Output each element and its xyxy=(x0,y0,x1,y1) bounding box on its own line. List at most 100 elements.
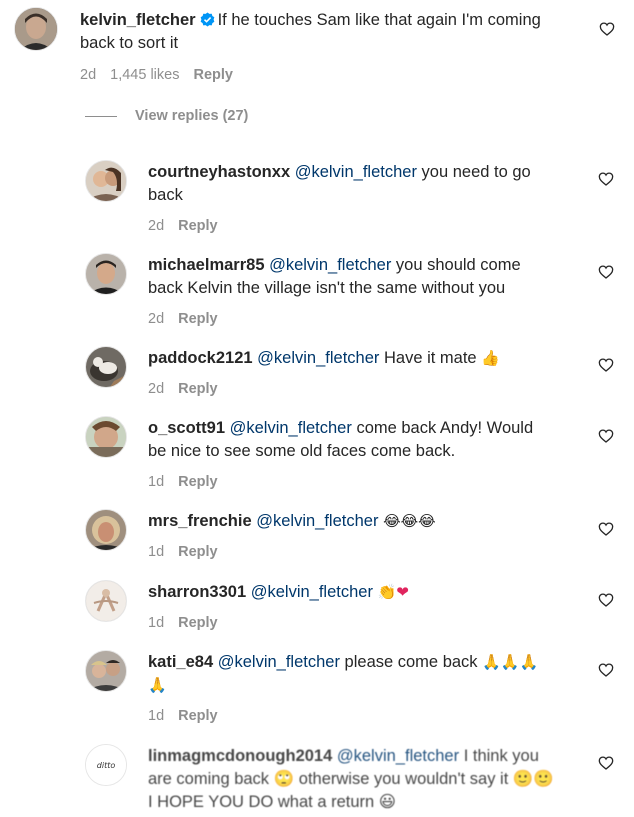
username[interactable]: paddock2121 xyxy=(148,349,253,367)
comment-body: you should come xyxy=(391,256,521,274)
comment-body-cont2: I HOPE YOU DO what a return 😃 xyxy=(148,793,396,811)
avatar[interactable] xyxy=(85,346,127,388)
username[interactable]: kati_e84 xyxy=(148,653,213,671)
avatar[interactable] xyxy=(14,7,58,51)
mention-link[interactable]: @kelvin_fletcher xyxy=(337,747,459,765)
username[interactable]: o_scott91 xyxy=(148,419,225,437)
timestamp: 1d xyxy=(148,544,165,560)
avatar-photo xyxy=(86,254,126,294)
comment-text: kelvin_fletcher If he touches Sam like th… xyxy=(80,9,580,55)
mention-link[interactable]: @kelvin_fletcher xyxy=(230,419,352,437)
comment-body: Have it mate xyxy=(379,349,482,367)
avatar-photo xyxy=(15,8,57,50)
heart-icon[interactable] xyxy=(598,662,614,678)
comment-body: you need to go xyxy=(416,163,531,181)
heart-icon[interactable] xyxy=(598,428,614,444)
timestamp: 2d xyxy=(80,67,97,83)
comment-meta: 1d Reply xyxy=(148,474,232,490)
heart-icon[interactable] xyxy=(598,592,614,608)
comment-meta: 1d Reply xyxy=(148,708,232,724)
heart-icon[interactable] xyxy=(598,264,614,280)
comment-text: courtneyhastonxx @kelvin_fletcher you ne… xyxy=(148,161,578,207)
comment-body-cont: back to sort it xyxy=(80,34,179,52)
likes-count[interactable]: 1,445 likes xyxy=(110,67,179,83)
avatar-photo xyxy=(86,581,126,621)
pray-emoji: 🙏🙏🙏 xyxy=(482,653,539,671)
thumbs-up-emoji: 👍 xyxy=(481,349,500,367)
comment-body-cont: back Kelvin the village isn't the same w… xyxy=(148,279,506,297)
comment-meta: 1d Reply xyxy=(148,615,232,631)
reply-button[interactable]: Reply xyxy=(178,474,218,490)
comment-text: paddock2121 @kelvin_fletcher Have it mat… xyxy=(148,347,598,370)
mention-link[interactable]: @kelvin_fletcher xyxy=(256,512,378,530)
comment-text: kati_e84 @kelvin_fletcher please come ba… xyxy=(148,651,588,697)
heart-icon[interactable] xyxy=(598,171,614,187)
timestamp: 1d xyxy=(148,474,165,490)
mention-link[interactable]: @kelvin_fletcher xyxy=(295,163,417,181)
timestamp: 1d xyxy=(148,708,165,724)
timestamp: 2d xyxy=(148,311,165,327)
comment-text: linmagmcdonough2014 @kelvin_fletcher I t… xyxy=(148,745,578,814)
comment-text: sharron3301 @kelvin_fletcher 👏❤ xyxy=(148,581,598,604)
reply-button[interactable]: Reply xyxy=(178,544,218,560)
avatar-photo: ditto xyxy=(86,745,126,785)
svg-text:ditto: ditto xyxy=(97,761,116,770)
mention-link[interactable]: @kelvin_fletcher xyxy=(218,653,340,671)
comment-meta: 2d Reply xyxy=(148,381,232,397)
comment-text: o_scott91 @kelvin_fletcher come back And… xyxy=(148,417,578,463)
reply-button[interactable]: Reply xyxy=(178,218,218,234)
comment-body: please come back xyxy=(339,653,483,671)
avatar[interactable] xyxy=(85,416,127,458)
comment-meta: 2d 1,445 likes Reply xyxy=(80,67,247,83)
mention-link[interactable]: @kelvin_fletcher xyxy=(269,256,391,274)
timestamp: 2d xyxy=(148,218,165,234)
timestamp: 1d xyxy=(148,615,165,631)
clap-heart-emoji: 👏❤ xyxy=(377,583,409,601)
pray-emoji-cont: 🙏 xyxy=(148,676,167,694)
avatar[interactable] xyxy=(85,509,127,551)
avatar-photo xyxy=(86,417,126,457)
username[interactable]: kelvin_fletcher xyxy=(80,11,196,29)
username[interactable]: linmagmcdonough2014 xyxy=(148,747,332,765)
comment-text: michaelmarr85 @kelvin_fletcher you shoul… xyxy=(148,254,598,300)
laughing-emoji: 😂😂😂 xyxy=(383,512,436,530)
reply-button[interactable]: Reply xyxy=(193,67,233,83)
view-replies-label: View replies (27) xyxy=(135,108,249,124)
comment-body-cont: back xyxy=(148,186,183,204)
reply-button[interactable]: Reply xyxy=(178,615,218,631)
avatar-photo xyxy=(86,161,126,201)
avatar[interactable] xyxy=(85,160,127,202)
reply-button[interactable]: Reply xyxy=(178,311,218,327)
avatar-photo xyxy=(86,510,126,550)
heart-icon[interactable] xyxy=(598,521,614,537)
comment-body: come back Andy! Would xyxy=(351,419,534,437)
avatar[interactable] xyxy=(85,650,127,692)
username[interactable]: sharron3301 xyxy=(148,583,246,601)
comment-body-cont: be nice to see some old faces come back. xyxy=(148,442,456,460)
comment-meta: 1d Reply xyxy=(148,544,232,560)
username[interactable]: mrs_frenchie xyxy=(148,512,252,530)
mention-link[interactable]: @kelvin_fletcher xyxy=(251,583,373,601)
reply-button[interactable]: Reply xyxy=(178,381,218,397)
comment-meta: 2d Reply xyxy=(148,218,232,234)
comment-body-cont: are coming back 🙄 otherwise you wouldn't… xyxy=(148,770,554,788)
comment-body: I think you xyxy=(459,747,539,765)
avatar[interactable] xyxy=(85,253,127,295)
avatar[interactable] xyxy=(85,580,127,622)
avatar-photo xyxy=(86,347,126,387)
avatar[interactable]: ditto xyxy=(85,744,127,786)
reply-button[interactable]: Reply xyxy=(178,708,218,724)
view-replies-button[interactable]: View replies (27) xyxy=(85,108,248,124)
verified-badge-icon xyxy=(200,12,214,27)
heart-icon[interactable] xyxy=(599,21,615,37)
heart-icon[interactable] xyxy=(598,755,614,771)
main-comment: kelvin_fletcher If he touches Sam like th… xyxy=(0,0,634,100)
comment-text: mrs_frenchie @kelvin_fletcher 😂😂😂 xyxy=(148,510,598,533)
mention-link[interactable]: @kelvin_fletcher xyxy=(257,349,379,367)
avatar-photo xyxy=(86,651,126,691)
username[interactable]: michaelmarr85 xyxy=(148,256,265,274)
timestamp: 2d xyxy=(148,381,165,397)
username[interactable]: courtneyhastonxx xyxy=(148,163,290,181)
heart-icon[interactable] xyxy=(598,357,614,373)
comment-body: If he touches Sam like that again I'm co… xyxy=(217,11,541,29)
